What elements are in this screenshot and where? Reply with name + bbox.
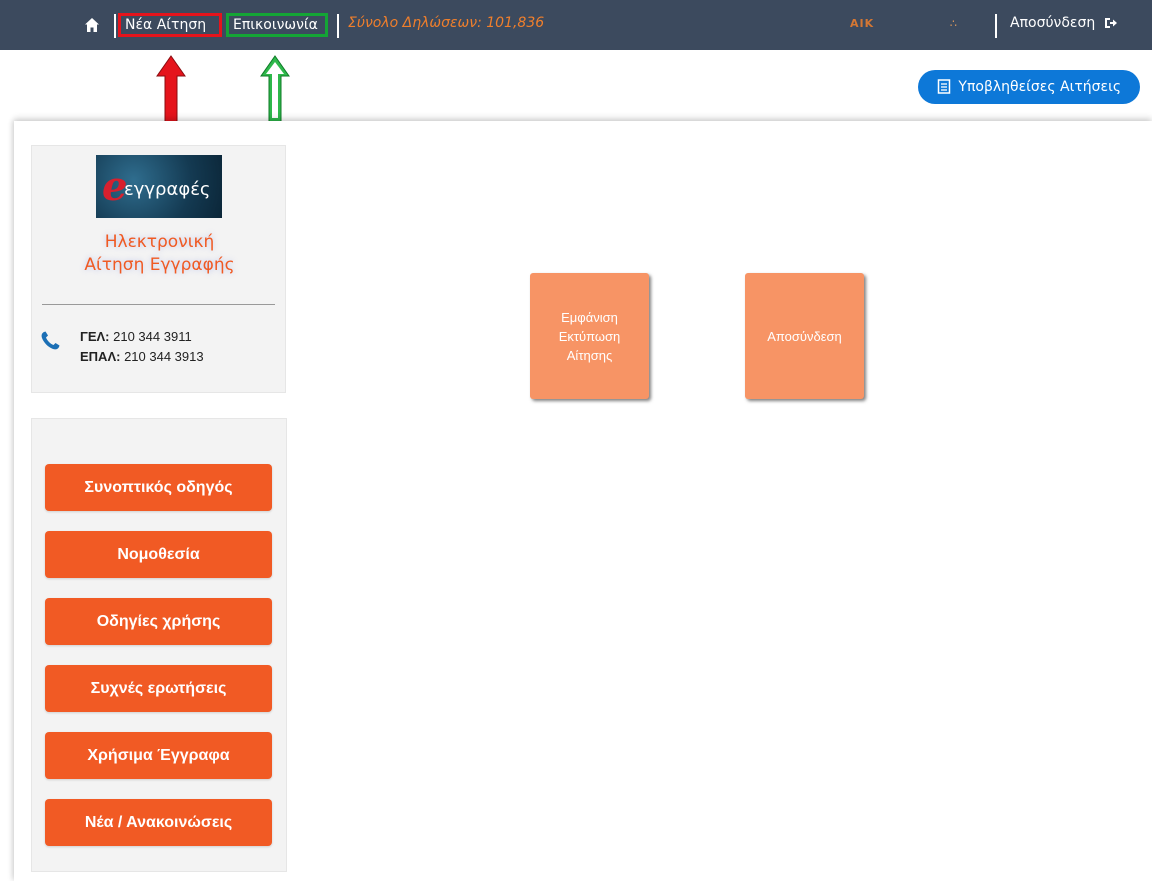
user-menu-icon[interactable]: ∴ — [950, 17, 957, 30]
nav-new-application-link[interactable]: Νέα Αίτηση — [118, 13, 222, 37]
phone-epal-number: 210 344 3913 — [124, 349, 204, 364]
menu-panel: Συνοπτικός οδηγός Νομοθεσία Οδηγίες χρήσ… — [31, 418, 287, 872]
app-title-line2: Αίτηση Εγγραφής — [84, 255, 235, 275]
menu-faq-button[interactable]: Συχνές ερωτήσεις — [45, 665, 272, 712]
nav-separator — [995, 14, 997, 38]
app-title: Ηλεκτρονική Αίτηση Εγγραφής — [32, 231, 287, 277]
phone-epal: ΕΠΑΛ: 210 344 3913 — [80, 347, 204, 367]
green-annotation-arrow — [260, 55, 290, 123]
menu-documents-button[interactable]: Χρήσιμα Έγγραφα — [45, 732, 272, 779]
nav-logout-link[interactable]: Αποσύνδεση — [1010, 15, 1118, 31]
top-navbar: Νέα Αίτηση Επικοινωνία Σύνολο Δηλώσεων: … — [0, 0, 1152, 50]
menu-summary-guide-button[interactable]: Συνοπτικός οδηγός — [45, 464, 272, 511]
logo-panel: e εγγραφές Ηλεκτρονική Αίτηση Εγγραφής Γ… — [31, 145, 286, 393]
tile-line: Εκτύπωση — [558, 328, 621, 344]
home-icon[interactable] — [84, 17, 100, 33]
phone-gel-label: ΓΕΛ: — [80, 329, 110, 344]
logout-tile[interactable]: Αποσύνδεση — [745, 273, 864, 399]
user-name: ΑΙΚ — [850, 17, 875, 30]
divider — [42, 304, 275, 305]
nav-separator — [337, 14, 339, 38]
phone-gel-number: 210 344 3911 — [113, 329, 192, 344]
view-print-application-tile[interactable]: Εμφάνιση Εκτύπωση Αίτησης — [530, 273, 649, 399]
red-annotation-arrow — [156, 55, 186, 123]
submitted-applications-label: Υποβληθείσες Αιτήσεις — [958, 79, 1122, 95]
nav-logout-label: Αποσύνδεση — [1010, 15, 1096, 31]
app-title-line1: Ηλεκτρονική — [104, 232, 215, 252]
phone-gel: ΓΕΛ: 210 344 3911 — [80, 327, 204, 347]
menu-legislation-button[interactable]: Νομοθεσία — [45, 531, 272, 578]
nav-separator — [114, 14, 116, 38]
document-icon — [937, 79, 951, 94]
logout-tile-label: Αποσύνδεση — [767, 328, 842, 344]
tile-line: Εμφάνιση — [561, 309, 618, 325]
nav-contact-link[interactable]: Επικοινωνία — [226, 13, 328, 37]
submitted-applications-button[interactable]: Υποβληθείσες Αιτήσεις — [918, 70, 1140, 104]
phone-epal-label: ΕΠΑΛ: — [80, 349, 121, 364]
sign-out-icon — [1104, 18, 1117, 28]
menu-instructions-button[interactable]: Οδηγίες χρήσης — [45, 598, 272, 645]
phone-numbers: ΓΕΛ: 210 344 3911 ΕΠΑΛ: 210 344 3913 — [80, 327, 204, 367]
tile-line: Αίτησης — [566, 347, 613, 363]
logo-word: εγγραφές — [124, 179, 211, 200]
total-declarations-count: Σύνολο Δηλώσεων: 101,836 — [348, 15, 545, 31]
phone-icon — [41, 331, 60, 350]
menu-news-button[interactable]: Νέα / Ανακοινώσεις — [45, 799, 272, 846]
view-print-application-label: Εμφάνιση Εκτύπωση Αίτησης — [559, 308, 621, 365]
eggrafes-logo: e εγγραφές — [96, 155, 222, 218]
